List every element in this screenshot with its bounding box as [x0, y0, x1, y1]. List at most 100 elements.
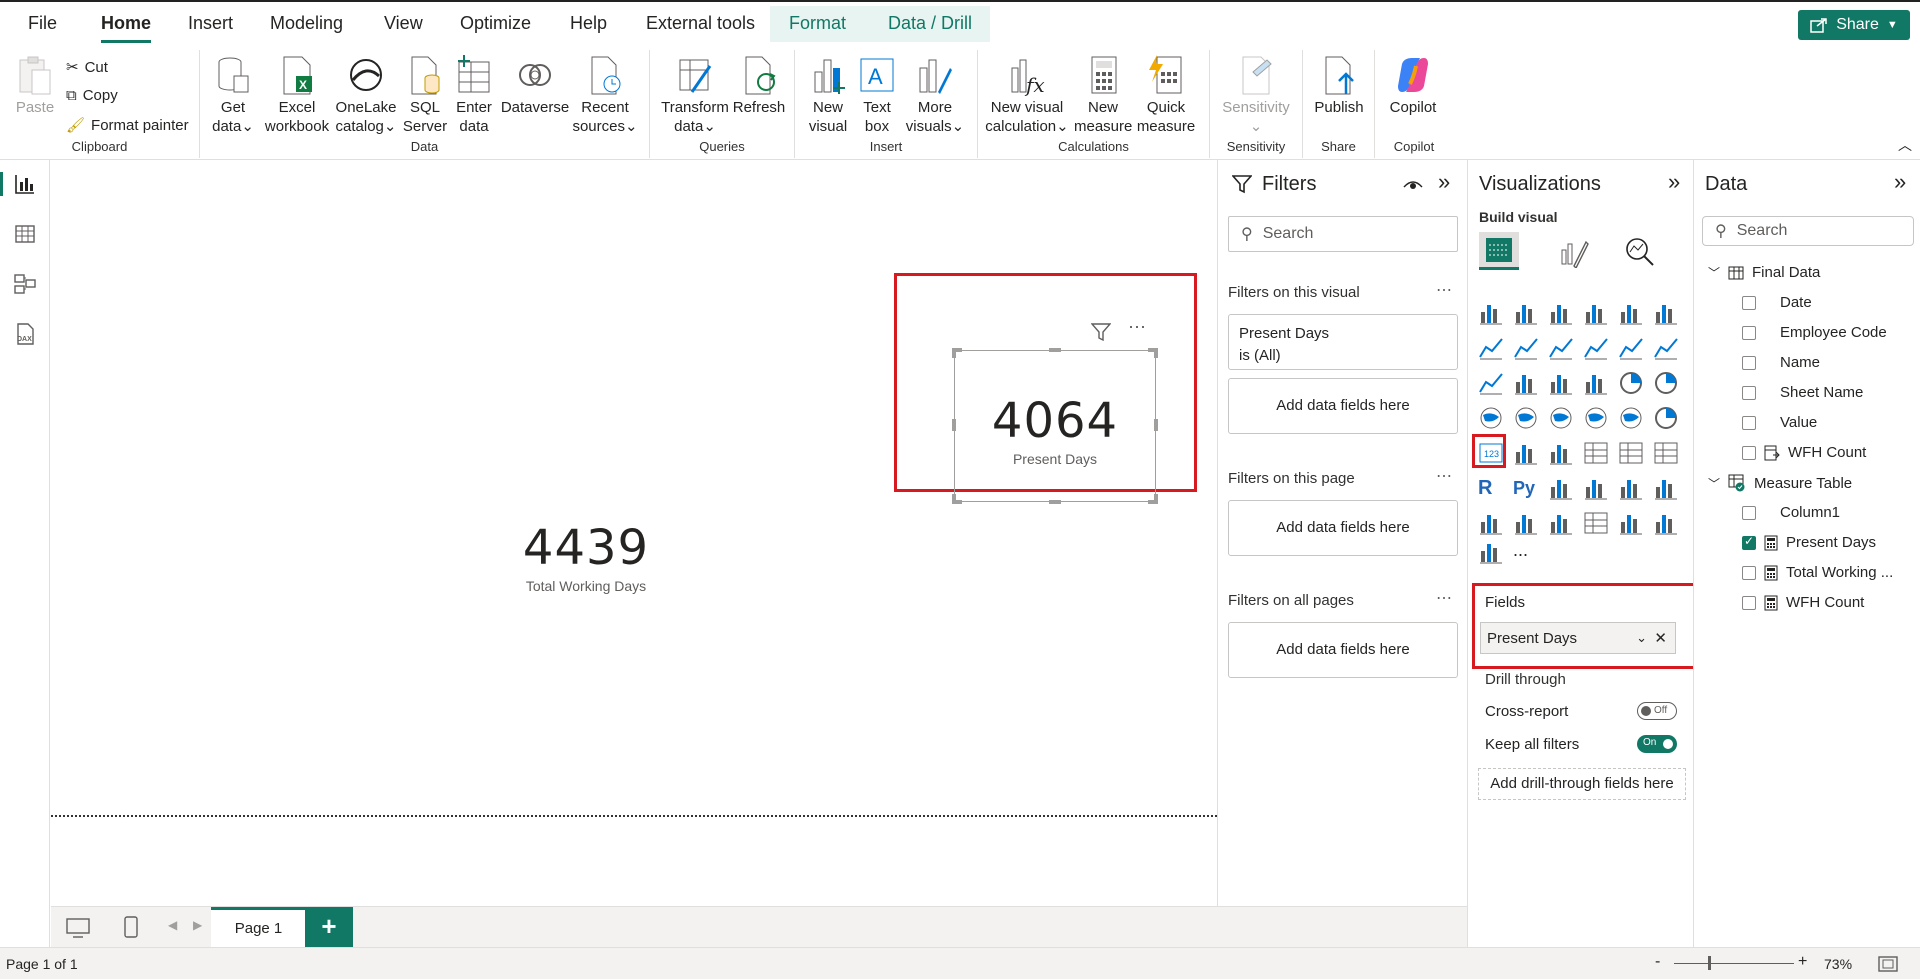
stacked-bar-chart-icon[interactable]: [1478, 300, 1504, 326]
menu-format[interactable]: Format: [789, 13, 846, 34]
collapse-ribbon-icon[interactable]: ︿: [1898, 135, 1912, 155]
field-present-days[interactable]: Present Days: [1742, 534, 1876, 551]
field-checkbox[interactable]: [1742, 505, 1756, 520]
add-fields-page-well[interactable]: Add data fields here: [1228, 500, 1458, 556]
line-and-clustered-column-chart-icon[interactable]: [1653, 335, 1679, 361]
desktop-view-icon[interactable]: [65, 917, 91, 939]
stacked-column-chart-icon[interactable]: [1513, 300, 1539, 326]
clustered-bar-chart-icon[interactable]: [1548, 300, 1574, 326]
add-drill-through-well[interactable]: Add drill-through fields here: [1478, 768, 1686, 800]
field-wfh-count-column[interactable]: WFH Count: [1742, 444, 1866, 461]
model-view-icon[interactable]: [13, 272, 37, 296]
sensitivity-button[interactable]: Sensitivity ⌄: [1216, 54, 1296, 136]
power-automate-icon[interactable]: [1653, 510, 1679, 536]
data-search-input[interactable]: ⚲ Search: [1702, 216, 1914, 246]
keep-all-filters-toggle[interactable]: On: [1637, 735, 1677, 753]
collapse-visualizations-icon[interactable]: »: [1668, 169, 1680, 195]
add-fields-visual-well[interactable]: Add data fields here: [1228, 378, 1458, 434]
field-name[interactable]: Name: [1742, 354, 1820, 371]
field-checkbox[interactable]: [1742, 325, 1756, 340]
previous-page-icon[interactable]: ◀: [168, 918, 177, 932]
filled-map-icon[interactable]: [1548, 405, 1574, 431]
decomposition-tree-icon[interactable]: [1583, 475, 1609, 501]
resize-handle[interactable]: [1148, 494, 1158, 504]
card-total-working-days[interactable]: 4439 Total Working Days: [431, 520, 741, 594]
zoom-slider[interactable]: [1674, 963, 1794, 964]
slicer-icon[interactable]: [1583, 440, 1609, 466]
new-slicer-icon[interactable]: [1583, 510, 1609, 536]
new-measure-button[interactable]: New measure: [1074, 54, 1132, 136]
azure-map-icon[interactable]: [1618, 405, 1644, 431]
table-final-data[interactable]: ﹀ Final Data: [1708, 264, 1820, 281]
power-automate-flow-icon[interactable]: [1478, 539, 1504, 565]
treemap-icon[interactable]: [1478, 405, 1504, 431]
report-canvas[interactable]: 4439 Total Working Days ⋯ 4064 Present D…: [51, 160, 1217, 906]
resize-handle[interactable]: [952, 348, 962, 358]
field-checkbox[interactable]: [1742, 415, 1756, 430]
fit-to-page-icon[interactable]: [1878, 956, 1898, 972]
more-options-icon[interactable]: ⋯: [1436, 280, 1453, 300]
dax-query-view-icon[interactable]: DAX: [13, 322, 37, 346]
field-checkbox[interactable]: [1742, 595, 1756, 610]
stacked-area-chart-icon[interactable]: [1548, 335, 1574, 361]
copy-button[interactable]: ⧉ Copy: [66, 87, 118, 104]
line-and-column-chart-icon[interactable]: [1618, 335, 1644, 361]
zoom-out-icon[interactable]: -: [1655, 953, 1660, 971]
dataverse-button[interactable]: Dataverse: [500, 54, 570, 117]
new-visual-button[interactable]: New visual: [805, 54, 851, 136]
gauge-icon[interactable]: [1653, 405, 1679, 431]
power-apps-icon[interactable]: [1618, 510, 1644, 536]
get-data-button[interactable]: Get data⌄: [210, 54, 256, 136]
field-checkbox[interactable]: [1742, 445, 1756, 460]
field-column1[interactable]: Column1: [1742, 504, 1840, 521]
field-checkbox[interactable]: [1742, 385, 1756, 400]
mobile-view-icon[interactable]: [123, 915, 139, 939]
field-employee-code[interactable]: Employee Code: [1742, 324, 1887, 341]
100-stacked-column-chart-icon[interactable]: [1653, 300, 1679, 326]
field-total-working-days[interactable]: Total Working ...: [1742, 564, 1893, 581]
kpi-icon[interactable]: [1548, 440, 1574, 466]
copilot-button[interactable]: Copilot: [1383, 54, 1443, 117]
donut-chart-icon[interactable]: [1653, 370, 1679, 396]
build-visual-tab[interactable]: [1479, 232, 1519, 270]
report-view-icon[interactable]: [13, 172, 37, 196]
more-visuals-button[interactable]: More visuals⌄: [905, 54, 965, 136]
new-card-icon[interactable]: [1548, 510, 1574, 536]
quick-measure-button[interactable]: Quick measure: [1134, 54, 1198, 136]
100-stacked-bar-chart-icon[interactable]: [1618, 300, 1644, 326]
field-checkbox[interactable]: [1742, 565, 1756, 580]
more-options-icon[interactable]: ⋯: [1128, 317, 1146, 338]
more-visuals-icon[interactable]: ...: [1513, 539, 1539, 565]
analytics-icon[interactable]: [1624, 236, 1656, 268]
pie-chart-icon[interactable]: [1618, 370, 1644, 396]
field-well-present-days[interactable]: Present Days ⌄ ✕: [1480, 622, 1676, 654]
field-checkbox[interactable]: [1742, 295, 1756, 310]
chevron-down-icon[interactable]: ⌄: [1636, 630, 1647, 646]
recent-sources-button[interactable]: Recent sources⌄: [572, 54, 638, 136]
resize-handle[interactable]: [1148, 348, 1158, 358]
field-sheet-name[interactable]: Sheet Name: [1742, 384, 1863, 401]
menu-file[interactable]: File: [28, 13, 57, 34]
selected-card-frame[interactable]: 4064 Present Days: [952, 348, 1158, 504]
ribbon-chart-icon[interactable]: [1478, 370, 1504, 396]
next-page-icon[interactable]: ▶: [193, 918, 202, 932]
funnel-chart-icon[interactable]: [1548, 370, 1574, 396]
paste-button[interactable]: Paste: [14, 54, 56, 117]
field-wfh-count-measure[interactable]: WFH Count: [1742, 594, 1864, 611]
card-present-days[interactable]: 4064 Present Days: [955, 393, 1155, 467]
format-visual-icon[interactable]: [1558, 236, 1590, 268]
map-icon[interactable]: [1513, 405, 1539, 431]
publish-button[interactable]: Publish: [1309, 54, 1369, 117]
zoom-in-icon[interactable]: +: [1798, 953, 1807, 971]
cross-report-toggle[interactable]: Off: [1637, 702, 1677, 720]
collapse-filters-icon[interactable]: »: [1438, 169, 1450, 195]
clustered-column-chart-icon[interactable]: [1583, 300, 1609, 326]
multi-row-card-icon[interactable]: [1513, 440, 1539, 466]
add-page-button[interactable]: +: [305, 907, 353, 948]
menu-external-tools[interactable]: External tools: [646, 13, 755, 34]
paginated-report-icon[interactable]: [1653, 475, 1679, 501]
page-tab-page-1[interactable]: Page 1: [211, 907, 306, 948]
excel-workbook-button[interactable]: X Excel workbook: [262, 54, 332, 136]
menu-modeling[interactable]: Modeling: [270, 13, 343, 34]
cut-button[interactable]: ✂ Cut: [66, 58, 108, 77]
